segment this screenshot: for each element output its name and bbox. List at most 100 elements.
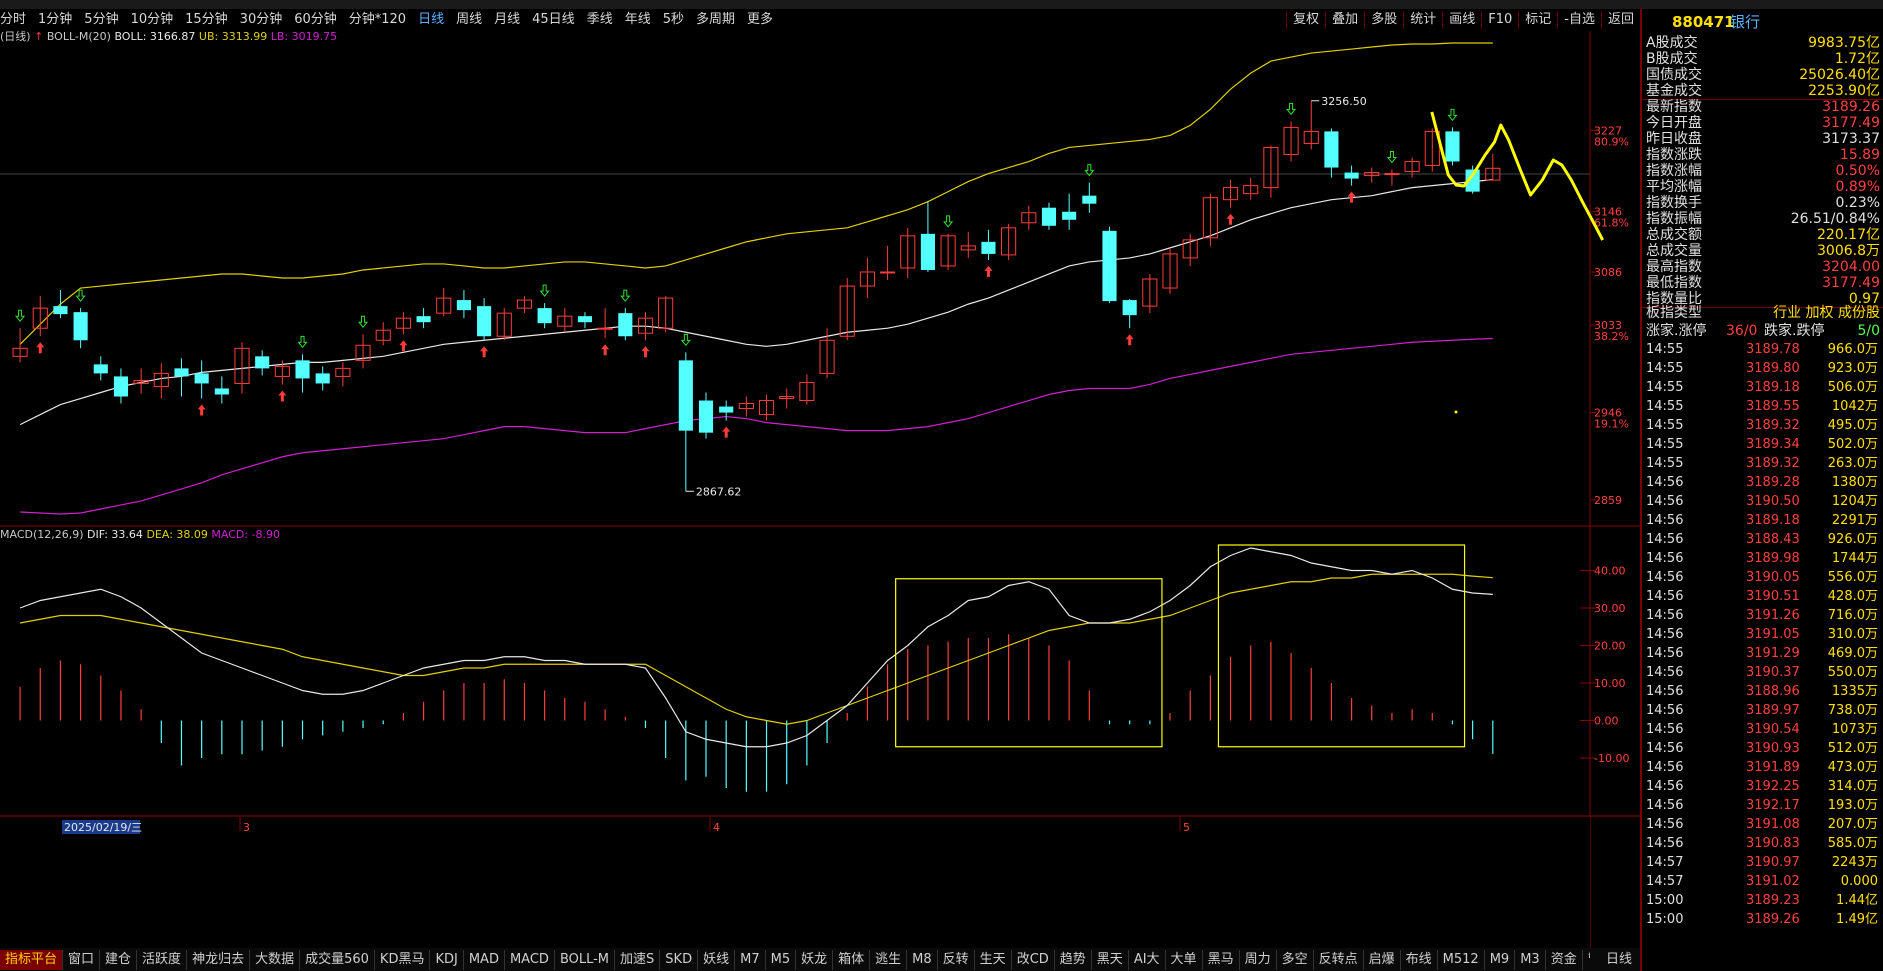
- period-8[interactable]: 日线: [412, 9, 450, 31]
- candle-body: [93, 364, 108, 374]
- candle-body: [73, 312, 88, 341]
- tick-row: 14:56 3188.43 926.0万: [1644, 531, 1883, 549]
- indicator-tab-17[interactable]: 妖龙: [796, 950, 834, 970]
- board-type-value[interactable]: 行业 加权 成份股: [1773, 304, 1880, 323]
- period-11[interactable]: 45日线: [526, 9, 581, 31]
- kline-chart[interactable]: 2025/02/19/三 3 4 5 322780.9%314661.8%308630…: [0, 31, 1640, 948]
- tick-time: 14:56: [1646, 760, 1684, 775]
- tool-button-2[interactable]: 多股: [1364, 11, 1403, 29]
- stat-row: A股成交 9983.75亿: [1644, 35, 1883, 51]
- indicator-tab-6[interactable]: 成交量560: [300, 950, 375, 970]
- indicator-tab-16[interactable]: M5: [766, 950, 797, 970]
- indicator-tab-37[interactable]: 资金: [1546, 950, 1583, 970]
- candle-body: [1445, 131, 1460, 162]
- tick-time: 14:56: [1646, 589, 1684, 604]
- candle-body: [597, 327, 613, 330]
- tick-volume: 310.0万: [1827, 627, 1878, 642]
- bottom-period-label[interactable]: 日线: [1606, 950, 1632, 970]
- tick-row: 14:56 3192.17 193.0万: [1644, 797, 1883, 815]
- indicator-tab-7[interactable]: KD黑马: [375, 950, 431, 970]
- tick-price: 3190.51: [1746, 589, 1800, 604]
- indicator-tab-34[interactable]: M512: [1438, 950, 1485, 970]
- stat-label: 平均涨幅: [1646, 179, 1702, 195]
- indicator-tab-25[interactable]: 黑天: [1092, 950, 1129, 970]
- tick-row: 14:56 3189.98 1744万: [1644, 550, 1883, 568]
- tool-button-1[interactable]: 叠加: [1325, 11, 1364, 29]
- indicator-tab-26[interactable]: AI大: [1129, 950, 1166, 970]
- tick-volume: 428.0万: [1827, 589, 1878, 604]
- indicator-tab-10[interactable]: MACD: [505, 950, 555, 970]
- period-15[interactable]: 多周期: [690, 9, 741, 31]
- indicator-tab-31[interactable]: 反转点: [1314, 950, 1364, 970]
- indicator-tab-5[interactable]: 大数据: [250, 950, 301, 970]
- indicator-tab-24[interactable]: 趋势: [1055, 950, 1092, 970]
- indicator-tab-21[interactable]: 反转: [938, 950, 975, 970]
- up-label: 涨家.涨停: [1646, 323, 1707, 339]
- period-13[interactable]: 年线: [619, 9, 657, 31]
- fib-pct-label: 61.8%: [1594, 217, 1629, 230]
- tool-button-4[interactable]: 画线: [1442, 11, 1481, 29]
- indicator-tab-2[interactable]: 建仓: [100, 950, 138, 970]
- price-axis-label: 3086: [1594, 266, 1622, 279]
- tick-time: 14:56: [1646, 513, 1684, 528]
- tool-button-7[interactable]: -自选: [1557, 11, 1601, 29]
- indicator-tab-27[interactable]: 大单: [1166, 950, 1203, 970]
- macd-name: MACD(12,26,9): [0, 528, 84, 541]
- period-14[interactable]: 5秒: [657, 9, 690, 31]
- stat-value: 1.72亿: [1834, 51, 1880, 67]
- tool-button-6[interactable]: 标记: [1518, 11, 1557, 29]
- indicator-tab-12[interactable]: 加速S: [615, 950, 661, 970]
- tick-row: 14:57 3190.97 2243万: [1644, 854, 1883, 872]
- tick-price: 3191.02: [1746, 874, 1800, 889]
- indicator-tab-35[interactable]: M9: [1485, 950, 1516, 970]
- tick-volume: 923.0万: [1827, 361, 1878, 376]
- tool-button-0[interactable]: 复权: [1286, 11, 1325, 29]
- stat-label: 国债成交: [1646, 67, 1702, 83]
- indicator-tab-0[interactable]: 指标平台: [0, 950, 64, 970]
- indicator-tab-28[interactable]: 黑马: [1203, 950, 1240, 970]
- indicator-tab-15[interactable]: M7: [735, 950, 766, 970]
- indicator-tab-14[interactable]: 妖线: [698, 950, 736, 970]
- period-12[interactable]: 季线: [581, 9, 619, 31]
- chart-bg: [0, 31, 1640, 948]
- indicator-tab-19[interactable]: 逃生: [870, 950, 908, 970]
- indicator-tab-20[interactable]: M8: [907, 950, 938, 970]
- period-10[interactable]: 月线: [488, 9, 526, 31]
- tool-button-3[interactable]: 统计: [1403, 11, 1442, 29]
- indicator-tab-33[interactable]: 布线: [1401, 950, 1438, 970]
- tick-time: 14:55: [1646, 361, 1684, 376]
- indicator-tab-32[interactable]: 启爆: [1364, 950, 1401, 970]
- indicator-tab-18[interactable]: 箱体: [833, 950, 871, 970]
- boll-legend: (日线) ↑ BOLL-M(20) BOLL: 3166.87 UB: 3313…: [0, 28, 337, 44]
- indicator-tab-11[interactable]: BOLL-M: [555, 950, 616, 970]
- month-label: 4: [713, 821, 720, 834]
- period-7[interactable]: 分钟*120: [343, 9, 412, 31]
- candle-body: [1041, 207, 1057, 226]
- indicator-tab-3[interactable]: 活跃度: [137, 950, 188, 970]
- tick-volume: 502.0万: [1827, 437, 1878, 452]
- tick-volume: 585.0万: [1827, 836, 1878, 851]
- tick-row: 14:56 3190.50 1204万: [1644, 493, 1883, 511]
- tool-button-5[interactable]: F10: [1481, 11, 1518, 29]
- indicator-tab-22[interactable]: 生天: [975, 950, 1012, 970]
- dea-value: DEA: 38.09: [146, 528, 208, 541]
- indicator-tab-4[interactable]: 神龙归去: [187, 950, 251, 970]
- tick-row: 14:55 3189.80 923.0万: [1644, 360, 1883, 378]
- tool-button-8[interactable]: 返回: [1600, 11, 1640, 29]
- tick-volume: 1.44亿: [1836, 893, 1878, 908]
- indicator-tab-1[interactable]: 窗口: [63, 950, 101, 970]
- indicator-tab-9[interactable]: MAD: [464, 950, 505, 970]
- indicator-tab-23[interactable]: 改CD: [1012, 950, 1055, 970]
- indicator-tab-13[interactable]: SKD: [660, 950, 699, 970]
- indicator-tab-29[interactable]: 周力: [1240, 950, 1277, 970]
- period-16[interactable]: 更多: [741, 9, 779, 31]
- indicator-tab-38[interactable]: 管理线: [1583, 950, 1590, 970]
- stat-label: 基金成交: [1646, 83, 1702, 99]
- period-9[interactable]: 周线: [450, 9, 488, 31]
- tick-volume: 1073万: [1831, 722, 1878, 737]
- indicator-tab-30[interactable]: 多空: [1277, 950, 1314, 970]
- candle-body: [1122, 300, 1137, 316]
- candle-body: [719, 406, 734, 413]
- indicator-tab-36[interactable]: M3: [1515, 950, 1546, 970]
- indicator-tab-8[interactable]: KDJ: [430, 950, 464, 970]
